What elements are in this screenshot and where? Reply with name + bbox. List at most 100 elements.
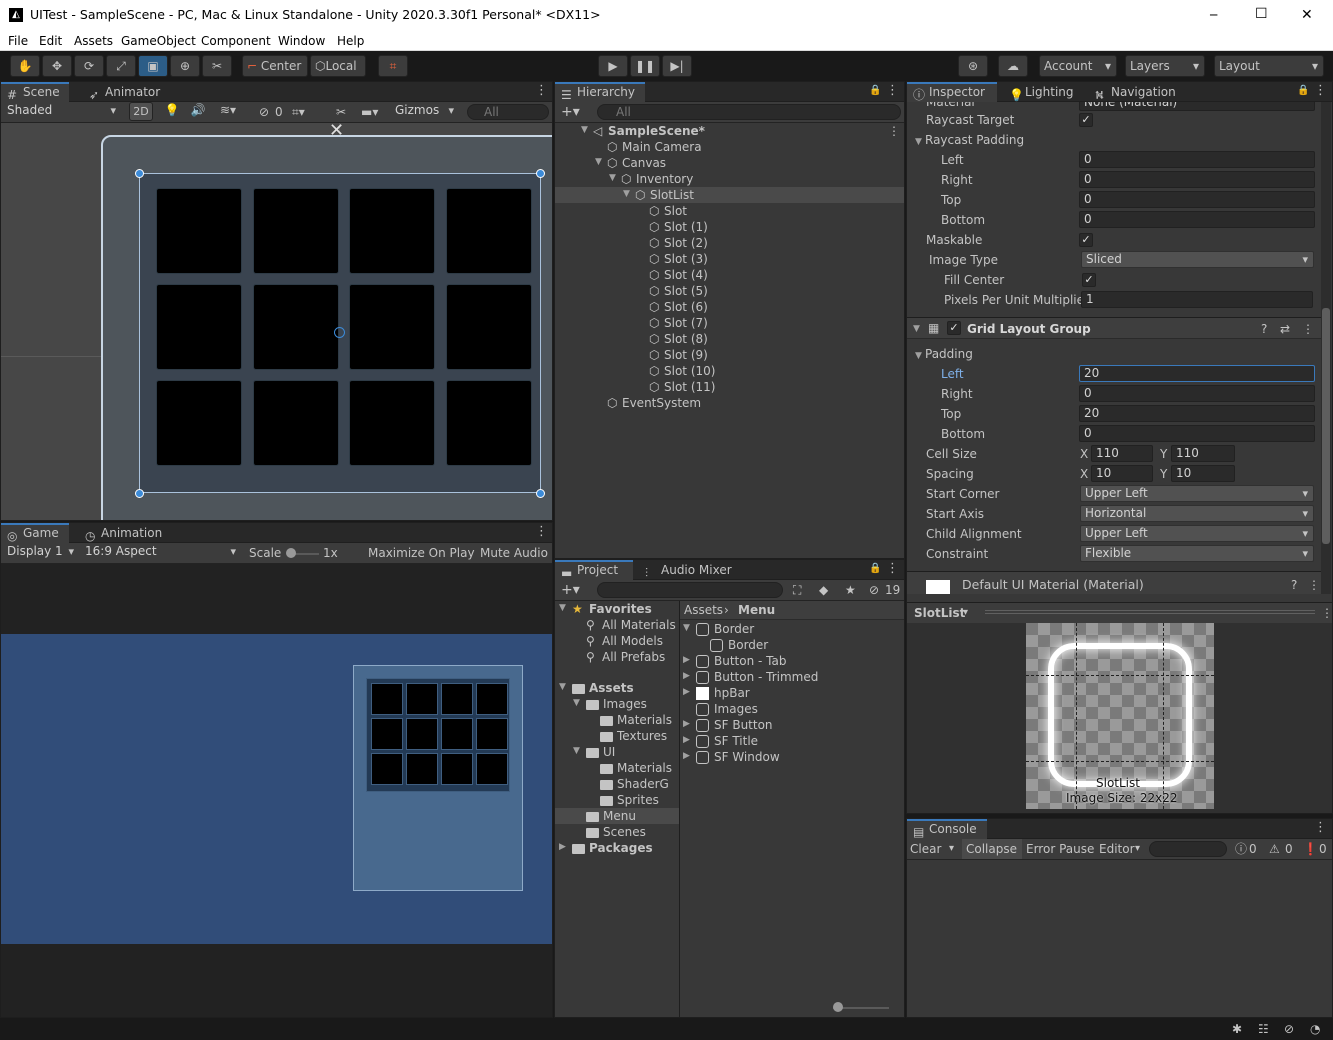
image-type-dropdown[interactable]: Sliced xyxy=(1081,251,1314,268)
log-filter-icon[interactable]: ⓘ xyxy=(1235,841,1247,857)
foldout-arrow-icon[interactable]: ▶ xyxy=(559,842,569,852)
favorite-item[interactable]: ⚲ All Prefabs xyxy=(555,649,679,665)
menu-file[interactable]: File xyxy=(8,33,28,49)
mute-audio-toggle[interactable]: Mute Audio xyxy=(480,545,548,561)
foldout-arrow-icon[interactable]: ▼ xyxy=(623,189,633,199)
lock-icon[interactable]: 🔒 xyxy=(869,85,881,97)
pivot-local-button[interactable]: ⬡Local xyxy=(310,55,366,77)
tab-audio-mixer[interactable]: ⫶ Audio Mixer xyxy=(639,560,739,580)
raycast-padding-left-field[interactable]: 0 xyxy=(1079,151,1315,168)
preset-icon[interactable]: ⇄ xyxy=(1280,321,1290,337)
favorites-star-icon[interactable]: ★ xyxy=(845,582,856,598)
foldout-arrow-icon[interactable]: ▶ xyxy=(683,655,693,665)
hierarchy-item[interactable]: ▼ ⬡ Canvas xyxy=(555,155,904,171)
asset-item[interactable]: ▶ hpBar xyxy=(680,685,904,701)
menu-component[interactable]: Component xyxy=(201,33,271,49)
scale-tool-icon[interactable]: ⤢ xyxy=(106,55,136,77)
help-icon[interactable]: ? xyxy=(1291,577,1297,593)
pause-icon[interactable]: ❚❚ xyxy=(630,55,660,77)
pivot-center-button[interactable]: ⌐ Center xyxy=(242,55,308,77)
hierarchy-item[interactable]: ⬡ EventSystem xyxy=(555,395,904,411)
foldout-arrow-icon[interactable]: ▼ xyxy=(609,173,619,183)
hierarchy-item[interactable]: ▼ ⬡ SlotList xyxy=(555,187,904,203)
project-folder[interactable]: Scenes xyxy=(555,824,679,840)
project-folder[interactable]: ShaderG xyxy=(555,776,679,792)
tab-animator[interactable]: ➶ Animator xyxy=(83,82,163,102)
create-asset-button[interactable]: +▾ xyxy=(561,582,580,598)
account-dropdown[interactable]: Account ▾ xyxy=(1039,55,1117,77)
2d-toggle[interactable]: 2D xyxy=(129,102,153,121)
display-dropdown[interactable]: Display 1 xyxy=(3,544,79,561)
maximize-button[interactable]: ☐ xyxy=(1255,6,1268,22)
asset-item[interactable]: ▶ SF Title xyxy=(680,733,904,749)
transform-tool-icon[interactable]: ⊕ xyxy=(170,55,200,77)
hierarchy-item[interactable]: ⬡ Main Camera xyxy=(555,139,904,155)
rotate-tool-icon[interactable]: ⟳ xyxy=(74,55,104,77)
cell-size-x-field[interactable]: 110 xyxy=(1091,445,1153,462)
aspect-dropdown[interactable]: 16:9 Aspect xyxy=(81,544,241,561)
close-button[interactable]: ✕ xyxy=(1301,7,1313,23)
raycast-padding-bottom-field[interactable]: 0 xyxy=(1079,211,1315,228)
tab-animation[interactable]: ◷ Animation xyxy=(79,523,169,543)
breadcrumb-menu[interactable]: Menu xyxy=(738,602,775,618)
hierarchy-item[interactable]: ▼ ⬡ Inventory xyxy=(555,171,904,187)
project-folder[interactable]: ▼ UI xyxy=(555,744,679,760)
project-folder[interactable]: Materials xyxy=(555,712,679,728)
tab-project[interactable]: ▬ Project xyxy=(555,560,633,580)
hidden-packages-icon[interactable]: ⊘ xyxy=(869,582,879,598)
clear-button[interactable]: Clear xyxy=(910,841,941,857)
debug-icon[interactable]: ✱ xyxy=(1232,1021,1242,1037)
kebab-menu-icon[interactable]: ⋮ xyxy=(535,84,548,98)
padding-bottom-field[interactable]: 0 xyxy=(1079,425,1315,442)
kebab-menu-icon[interactable]: ⋮ xyxy=(1314,84,1327,98)
asset-item[interactable]: ▶ SF Button xyxy=(680,717,904,733)
project-folder[interactable]: ▼ Images xyxy=(555,696,679,712)
hierarchy-item[interactable]: ⬡ Slot xyxy=(555,203,904,219)
foldout-arrow-icon[interactable]: ▼ xyxy=(581,125,591,135)
asset-item[interactable]: ▶ SF Window xyxy=(680,749,904,765)
shading-mode-dropdown[interactable]: Shaded xyxy=(3,103,121,120)
hierarchy-item[interactable]: ⬡ Slot (9) xyxy=(555,347,904,363)
padding-top-field[interactable]: 20 xyxy=(1079,405,1315,422)
asset-item[interactable]: ▶ Button - Trimmed xyxy=(680,669,904,685)
grid-snap-icon[interactable]: ⌗ xyxy=(378,55,408,77)
project-search-input[interactable] xyxy=(597,582,783,598)
project-folder[interactable]: Sprites xyxy=(555,792,679,808)
layout-dropdown[interactable]: Layout ▾ xyxy=(1214,55,1324,77)
menu-gameobject[interactable]: GameObject xyxy=(121,33,196,49)
audio-toggle-icon[interactable]: 🔊 xyxy=(187,102,209,121)
maximize-on-play-toggle[interactable]: Maximize On Play xyxy=(368,545,475,561)
tab-inspector[interactable]: ⓘ Inspector xyxy=(907,82,997,102)
hierarchy-item[interactable]: ⬡ Slot (1) xyxy=(555,219,904,235)
cell-size-y-field[interactable]: 110 xyxy=(1171,445,1235,462)
kebab-menu-icon[interactable]: ⋮ xyxy=(1314,821,1327,835)
kebab-menu-icon[interactable]: ⋮ xyxy=(886,562,899,576)
ppu-field[interactable]: 1 xyxy=(1081,291,1313,308)
foldout-arrow-icon[interactable]: ▼ xyxy=(595,157,605,167)
hierarchy-search-input[interactable]: All xyxy=(597,104,901,120)
lighting-toggle-icon[interactable]: 💡 xyxy=(161,102,183,121)
raycast-padding-label[interactable]: ▼ Raycast Padding xyxy=(915,132,1024,150)
layers-dropdown[interactable]: Layers ▾ xyxy=(1125,55,1205,77)
effects-toggle-icon[interactable]: ≋▾ xyxy=(213,102,243,121)
project-folder[interactable]: Textures xyxy=(555,728,679,744)
preview-object-dropdown[interactable]: SlotList xyxy=(914,605,965,621)
hierarchy-item[interactable]: ⬡ Slot (10) xyxy=(555,363,904,379)
scene-viewport[interactable]: ✕ xyxy=(1,123,552,520)
cloud-icon[interactable]: ☁ xyxy=(998,55,1028,77)
search-by-type-icon[interactable]: ⛶ xyxy=(793,582,801,598)
padding-left-field[interactable]: 20 xyxy=(1079,365,1315,382)
hierarchy-item[interactable]: ⬡ Slot (6) xyxy=(555,299,904,315)
error-pause-toggle[interactable]: Error Pause xyxy=(1026,841,1094,857)
game-viewport[interactable] xyxy=(1,564,552,1017)
help-icon[interactable]: ? xyxy=(1261,321,1267,337)
hierarchy-item[interactable]: ⬡ Slot (3) xyxy=(555,251,904,267)
menu-help[interactable]: Help xyxy=(337,33,364,49)
fill-center-checkbox[interactable]: ✓ xyxy=(1082,273,1096,287)
editor-dropdown[interactable]: Editor xyxy=(1099,841,1135,857)
console-search-input[interactable] xyxy=(1149,841,1227,857)
move-tool-icon[interactable]: ✥ xyxy=(42,55,72,77)
foldout-arrow-icon[interactable]: ▼ xyxy=(683,623,693,633)
kebab-menu-icon[interactable]: ⋮ xyxy=(1321,605,1332,621)
collapse-toggle[interactable]: Collapse xyxy=(962,839,1022,859)
